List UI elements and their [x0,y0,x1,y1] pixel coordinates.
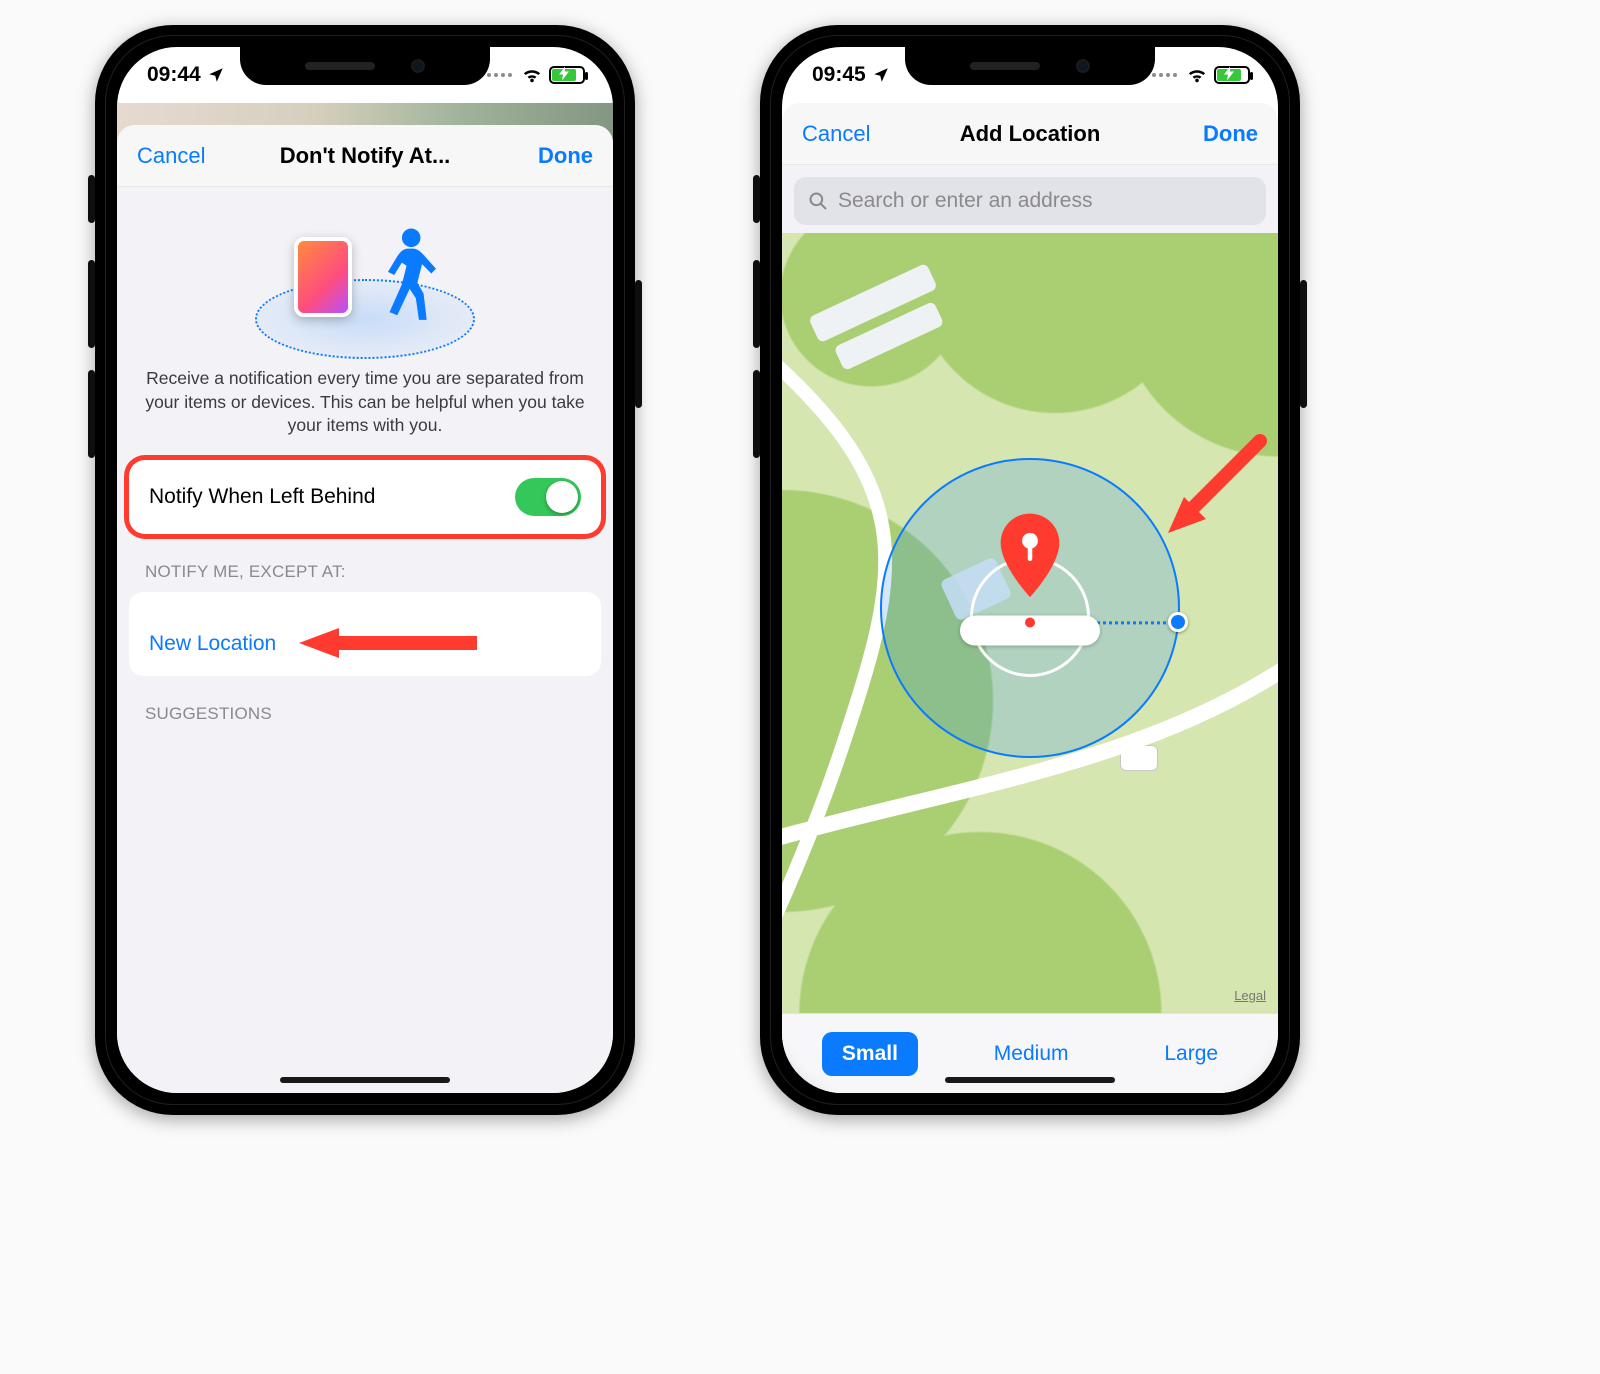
wifi-icon [1186,66,1208,84]
screen-left: 09:44 [117,47,613,1093]
sheet-title: Add Location [960,121,1101,147]
sheet-header: Cancel Add Location Done [782,103,1278,165]
mute-switch [88,175,95,223]
home-indicator[interactable] [945,1077,1115,1083]
volume-up-button [753,260,760,348]
location-icon [872,66,890,84]
done-button[interactable]: Done [1183,103,1278,165]
sheet-title: Don't Notify At... [280,143,451,169]
status-time: 09:45 [812,63,866,87]
speaker-grille [970,62,1040,70]
search-input[interactable]: Search or enter an address [794,177,1266,225]
front-camera [411,59,425,73]
sheet-header: Cancel Don't Notify At... Done [117,125,613,187]
volume-down-button [88,370,95,458]
description-text: Receive a notification every time you ar… [117,367,613,438]
cellular-dots-icon [487,73,512,77]
cancel-button[interactable]: Cancel [117,125,225,187]
cancel-button[interactable]: Cancel [782,103,890,165]
screen-right: 09:45 [782,47,1278,1093]
notify-left-behind-toggle[interactable] [515,478,581,516]
new-location-button[interactable]: New Location [149,632,276,656]
volume-up-button [88,260,95,348]
volume-down-button [753,370,760,458]
except-at-header: NOTIFY ME, EXCEPT AT: [145,562,585,582]
sheet-add-location: Cancel Add Location Done Search or enter… [782,103,1278,1093]
ipad-icon [294,237,352,317]
size-small-button[interactable]: Small [822,1032,918,1076]
size-large-button[interactable]: Large [1144,1032,1238,1076]
notch [905,47,1155,85]
search-placeholder: Search or enter an address [838,189,1092,213]
phone-right: 09:45 [760,25,1300,1115]
status-time: 09:44 [147,63,201,87]
annotation-arrow-icon [299,626,479,665]
annotation-arrow-icon [1150,431,1270,556]
mute-switch [753,175,760,223]
except-at-card: New Location [129,592,601,676]
side-button [635,280,642,408]
pin-anchor-dot [1025,618,1035,628]
geofence-ellipse-icon [255,279,475,359]
phone-left: 09:44 [95,25,635,1115]
speaker-grille [305,62,375,70]
radius-drag-handle[interactable] [1168,612,1188,632]
cellular-dots-icon [1152,73,1177,77]
suggestions-header: SUGGESTIONS [145,704,585,724]
hero-illustration [117,187,613,367]
wifi-icon [521,66,543,84]
map-legal-link[interactable]: Legal [1234,988,1266,1003]
map-view[interactable]: Legal [782,233,1278,1013]
walking-person-icon [374,227,436,328]
battery-icon [549,66,585,84]
toggle-knob [546,481,578,513]
battery-icon [1214,66,1250,84]
side-button [1300,280,1307,408]
map-pin-icon[interactable] [996,511,1064,604]
front-camera [1076,59,1090,73]
notify-left-behind-row[interactable]: Notify When Left Behind [129,460,601,534]
home-indicator[interactable] [280,1077,450,1083]
done-button[interactable]: Done [518,125,613,187]
notch [240,47,490,85]
sheet-dont-notify: Cancel Don't Notify At... Done Receive a… [117,125,613,1093]
toggle-label: Notify When Left Behind [149,485,375,509]
search-icon [808,191,828,211]
location-icon [207,66,225,84]
size-medium-button[interactable]: Medium [974,1032,1089,1076]
